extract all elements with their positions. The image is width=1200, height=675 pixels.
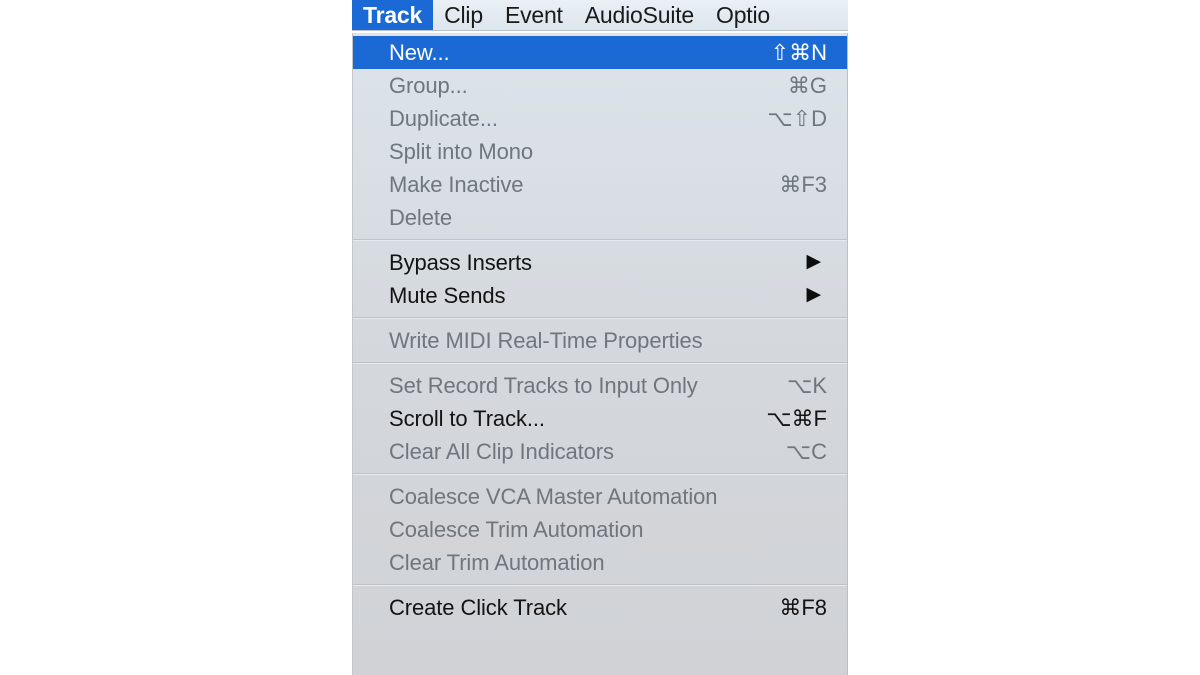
menu-item-shortcut: ⌘F8 [779,595,827,620]
menu-item-set-record-tracks-to-input-only: Set Record Tracks to Input Only ⌥K [353,369,847,402]
menu-item-duplicate: Duplicate... ⌥⇧D [353,102,847,135]
menu-separator [353,362,847,364]
menu-item-make-inactive: Make Inactive ⌘F3 [353,168,847,201]
menu-separator [353,473,847,475]
menu-item-shortcut: ⌥⇧D [767,106,827,131]
menu-item-label: Delete [389,205,452,230]
menu-item-label: Coalesce Trim Automation [389,517,644,542]
menubar-item-optio[interactable]: Optio [705,0,781,30]
menu-item-bypass-inserts[interactable]: Bypass Inserts ▶ [353,246,847,279]
menu-item-label: Clear Trim Automation [389,550,605,575]
menu-item-shortcut: ⇧⌘N [770,40,827,65]
application-menu-bar[interactable]: Track Clip Event AudioSuite Optio [352,0,848,31]
menu-separator [353,317,847,319]
menu-item-label: Mute Sends [389,283,506,308]
menu-item-label: Duplicate... [389,106,498,131]
screen-root: Track Clip Event AudioSuite Optio New... ⇧⌘N G… [0,0,1200,675]
menu-item-label: Clear All Clip Indicators [389,439,614,464]
menu-item-scroll-to-track[interactable]: Scroll to Track... ⌥⌘F [353,402,847,435]
menu-item-label: Write MIDI Real-Time Properties [389,328,703,353]
menu-separator [353,584,847,586]
submenu-arrow-icon: ▶ [806,251,821,272]
menubar-item-clip[interactable]: Clip [433,0,494,30]
menu-item-write-midi-real-time-properties: Write MIDI Real-Time Properties [353,324,847,357]
menubar-item-event[interactable]: Event [494,0,574,30]
menu-item-label: Coalesce VCA Master Automation [389,484,718,509]
menu-item-delete: Delete [353,201,847,234]
menu-item-label: Group... [389,73,468,98]
menu-item-coalesce-trim-automation: Coalesce Trim Automation [353,513,847,546]
menu-item-label: Make Inactive [389,172,524,197]
menu-item-create-click-track[interactable]: Create Click Track ⌘F8 [353,591,847,624]
menu-item-label: Bypass Inserts [389,250,532,275]
menu-item-shortcut: ⌥K [786,373,827,398]
menu-item-clear-all-clip-indicators: Clear All Clip Indicators ⌥C [353,435,847,468]
menu-item-new[interactable]: New... ⇧⌘N [353,36,847,69]
submenu-arrow-icon: ▶ [806,284,821,305]
menu-item-coalesce-vca-master-automation: Coalesce VCA Master Automation [353,480,847,513]
menu-item-clear-trim-automation: Clear Trim Automation [353,546,847,579]
menu-item-split-into-mono: Split into Mono [353,135,847,168]
menu-item-mute-sends[interactable]: Mute Sends ▶ [353,279,847,312]
track-dropdown-menu[interactable]: New... ⇧⌘N Group... ⌘G Duplicate... ⌥⇧D Split … [352,33,848,675]
menu-item-shortcut: ⌥C [785,439,827,464]
menu-item-label: Create Click Track [389,595,567,620]
menu-item-shortcut: ⌘G [787,73,827,98]
menu-item-label: New... [389,40,450,65]
menu-item-shortcut: ⌥⌘F [766,406,827,431]
menu-item-group: Group... ⌘G [353,69,847,102]
menu-item-label: Split into Mono [389,139,534,164]
menubar-item-track[interactable]: Track [352,0,434,30]
menu-item-label: Set Record Tracks to Input Only [389,373,698,398]
menu-item-label: Scroll to Track... [389,406,545,431]
menu-item-shortcut: ⌘F3 [779,172,827,197]
menubar-item-audiosuite[interactable]: AudioSuite [574,0,705,30]
menu-separator [353,239,847,241]
